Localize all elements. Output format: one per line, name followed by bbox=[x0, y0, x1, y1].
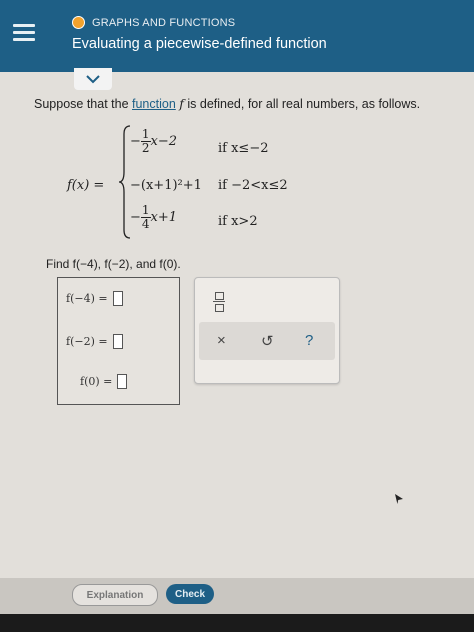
piece-3-fraction: 14 bbox=[140, 203, 151, 231]
bottom-edge bbox=[0, 614, 474, 632]
piece-1-expression: −1 2 x−2 bbox=[130, 128, 177, 155]
piece-1-fraction: 12 bbox=[140, 127, 151, 155]
answer-row-3: f(0) = bbox=[80, 374, 128, 389]
answer-box: f(−4) = f(−2) = f(0) = bbox=[57, 277, 180, 405]
topic-row: GRAPHS AND FUNCTIONS bbox=[72, 16, 235, 29]
piece-2-expression: −(x+1)²+1 bbox=[130, 178, 202, 193]
header-bar: GRAPHS AND FUNCTIONS Evaluating a piecew… bbox=[0, 0, 474, 72]
answer-row-2: f(−2) = bbox=[66, 334, 123, 349]
check-button[interactable]: Check bbox=[166, 584, 214, 604]
clear-button[interactable]: × bbox=[217, 332, 226, 349]
prompt-text-after: is defined, for all real numbers, as fol… bbox=[183, 97, 421, 111]
help-button[interactable]: ? bbox=[305, 332, 313, 349]
answer-input-3[interactable] bbox=[117, 374, 128, 389]
find-instruction: Find f(−4), f(−2), and f(0). bbox=[46, 257, 181, 271]
piece-3-rest: x+1 bbox=[150, 210, 178, 225]
piece-3-sign: − bbox=[130, 210, 141, 225]
answer-label-1: f(−4) = bbox=[66, 292, 108, 305]
piece-3-numerator: 1 bbox=[140, 203, 151, 218]
answer-label-2: f(−2) = bbox=[66, 335, 108, 348]
answer-label-3: f(0) = bbox=[80, 375, 113, 388]
page-title: Evaluating a piecewise-defined function bbox=[72, 36, 327, 52]
fraction-template-icon[interactable] bbox=[213, 292, 225, 312]
definition-label: f(x) = bbox=[67, 178, 105, 193]
piece-2-condition: if −2<x≤2 bbox=[218, 178, 288, 193]
piece-1-sign: − bbox=[130, 134, 141, 149]
answer-input-2[interactable] bbox=[112, 334, 123, 349]
answer-row-1: f(−4) = bbox=[66, 291, 123, 306]
chevron-down-icon bbox=[86, 74, 100, 83]
topic-label: GRAPHS AND FUNCTIONS bbox=[92, 16, 236, 29]
piece-1-denominator: 2 bbox=[141, 141, 150, 155]
piece-1-condition: if x≤−2 bbox=[218, 141, 269, 156]
prompt-text-before: Suppose that the bbox=[34, 97, 132, 111]
topic-status-icon bbox=[72, 16, 85, 29]
piece-1-numerator: 1 bbox=[140, 127, 151, 142]
undo-button[interactable]: ↺ bbox=[261, 332, 274, 350]
piece-3-condition: if x>2 bbox=[218, 214, 258, 229]
hamburger-menu-icon[interactable] bbox=[13, 22, 35, 44]
math-keypad: × ↺ ? bbox=[194, 277, 340, 384]
piece-3-expression: −1 4 x+1 bbox=[130, 204, 177, 231]
piece-3-denominator: 4 bbox=[141, 217, 150, 231]
keypad-action-bar: × ↺ ? bbox=[199, 322, 335, 360]
function-link[interactable]: function bbox=[132, 97, 176, 111]
answer-input-1[interactable] bbox=[112, 291, 123, 306]
collapse-tab[interactable] bbox=[74, 68, 112, 90]
explanation-button[interactable]: Explanation bbox=[72, 584, 158, 606]
piece-1-rest: x−2 bbox=[150, 134, 178, 149]
problem-statement: Suppose that the function f is defined, … bbox=[34, 96, 420, 111]
